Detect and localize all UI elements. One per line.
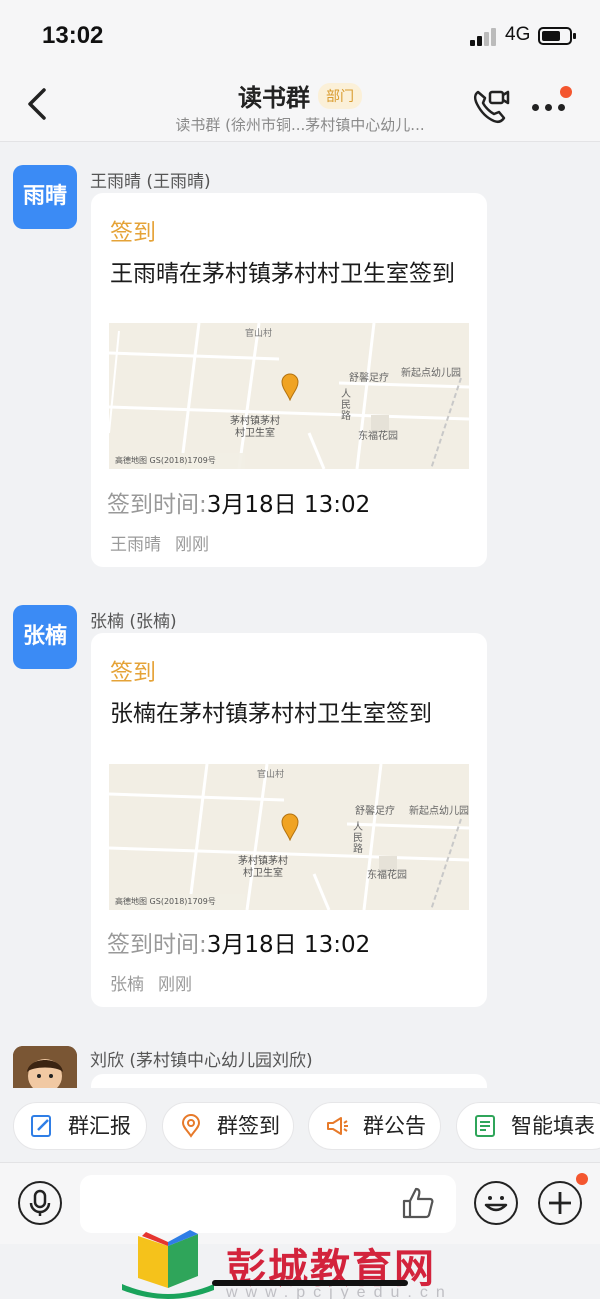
map-label-road: 人民路 xyxy=(353,822,363,855)
book-logo-icon xyxy=(122,1230,214,1299)
chat-title[interactable]: 读书群 部门 xyxy=(0,78,600,113)
group-notice-button[interactable]: 群公告 xyxy=(308,1102,441,1150)
map-label-shop: 舒馨足疗 xyxy=(349,373,389,384)
footer-name: 张楠 xyxy=(110,975,144,995)
map-pin-icon xyxy=(281,373,299,401)
quick-actions-bar: 群汇报 群签到 群公告 智能填表 xyxy=(0,1088,600,1162)
map-copyright: 高德地图 GS(2018)1709号 xyxy=(115,456,216,465)
map-label-clinic: 茅村镇茅村村卫生室 xyxy=(230,416,280,439)
group-checkin-button[interactable]: 群签到 xyxy=(162,1102,294,1150)
sender-name: 王雨晴 (王雨晴) xyxy=(90,172,211,192)
card-footer: 张楠 刚刚 xyxy=(110,970,192,995)
map-label-village: 官山村 xyxy=(245,329,273,339)
status-bar: 13:02 4G xyxy=(0,0,600,70)
map-label-clinic: 茅村镇茅村村卫生室 xyxy=(238,856,288,879)
location-map[interactable]: 官山村 舒馨足疗 新起点幼儿园 人民路 茅村镇茅村村卫生室 东福花园 高德地图 … xyxy=(109,764,469,910)
chat-header: 读书群 部门 读书群 (徐州市铜...茅村镇中心幼儿... xyxy=(0,70,600,142)
emoji-icon[interactable] xyxy=(474,1181,518,1225)
group-report-button[interactable]: 群汇报 xyxy=(13,1102,147,1150)
battery-icon xyxy=(538,27,576,45)
map-label-kindergarten: 新起点幼儿园 xyxy=(409,806,469,817)
voice-icon[interactable] xyxy=(18,1181,62,1225)
map-pin-icon xyxy=(281,813,299,841)
map-label-garden: 东福花园 xyxy=(358,431,398,442)
avatar[interactable]: 雨晴 xyxy=(13,165,77,229)
group-checkin-label: 群签到 xyxy=(217,1114,280,1138)
checkin-time-value: 3月18日 13:02 xyxy=(206,492,371,518)
map-label-garden: 东福花园 xyxy=(367,870,407,881)
signal-icon xyxy=(470,28,498,46)
footer-name: 王雨晴 xyxy=(110,535,161,555)
card-text: 张楠在茅村镇茅村村卫生室签到 xyxy=(110,701,432,727)
checkin-time-label: 签到时间: xyxy=(107,492,207,518)
watermark-url: www.pcjyedu.cn xyxy=(226,1284,453,1299)
add-more-icon[interactable] xyxy=(538,1173,588,1225)
map-copyright: 高德地图 GS(2018)1709号 xyxy=(115,897,216,906)
checkin-time: 签到时间:3月18日 13:02 xyxy=(107,925,370,959)
card-type: 签到 xyxy=(110,660,156,686)
checkin-time: 签到时间:3月18日 13:02 xyxy=(107,485,370,519)
notification-dot xyxy=(576,1173,588,1185)
watermark: 彭城教育网 www.pcjyedu.cn xyxy=(0,1224,600,1299)
smart-form-label: 智能填表 xyxy=(511,1114,595,1138)
megaphone-icon xyxy=(327,1117,348,1135)
group-name: 读书群 xyxy=(238,84,310,112)
video-call-icon[interactable] xyxy=(470,86,510,126)
card-footer: 王雨晴 刚刚 xyxy=(110,530,209,555)
checkin-time-value: 3月18日 13:02 xyxy=(206,932,371,958)
map-label-shop: 舒馨足疗 xyxy=(355,806,395,817)
thumbs-up-icon[interactable] xyxy=(400,1185,436,1221)
group-report-label: 群汇报 xyxy=(68,1114,131,1138)
map-label-village: 官山村 xyxy=(257,770,285,780)
footer-time: 刚刚 xyxy=(175,535,209,555)
sender-name: 张楠 (张楠) xyxy=(90,612,177,632)
report-icon xyxy=(31,1115,51,1137)
location-icon xyxy=(181,1114,201,1138)
more-options-icon[interactable] xyxy=(530,86,574,122)
group-notice-label: 群公告 xyxy=(363,1114,426,1138)
map-label-road: 人民路 xyxy=(341,389,351,422)
network-label: 4G xyxy=(505,24,531,45)
department-tag: 部门 xyxy=(318,82,362,109)
checkin-card[interactable]: 签到 张楠在茅村镇茅村村卫生室签到 官山村 舒馨足疗 新起点幼儿园 人民路 茅村… xyxy=(91,633,487,1007)
footer-time: 刚刚 xyxy=(158,975,192,995)
card-text: 王雨晴在茅村镇茅村村卫生室签到 xyxy=(110,261,455,287)
form-icon xyxy=(475,1115,495,1137)
sender-name: 刘欣 (茅村镇中心幼儿园刘欣) xyxy=(90,1051,313,1071)
message-card[interactable] xyxy=(91,1074,487,1088)
smart-form-button[interactable]: 智能填表 xyxy=(456,1102,600,1150)
map-label-kindergarten: 新起点幼儿园 xyxy=(401,368,461,379)
notification-dot xyxy=(560,86,572,98)
location-map[interactable]: 官山村 舒馨足疗 新起点幼儿园 人民路 茅村镇茅村村卫生室 东福花园 高德地图 … xyxy=(109,323,469,469)
status-time: 13:02 xyxy=(42,22,104,49)
checkin-card[interactable]: 签到 王雨晴在茅村镇茅村村卫生室签到 官山村 舒馨足疗 新起点幼儿园 人民路 茅… xyxy=(91,193,487,567)
checkin-time-label: 签到时间: xyxy=(107,932,207,958)
avatar[interactable]: 张楠 xyxy=(13,605,77,669)
card-type: 签到 xyxy=(110,220,156,246)
home-indicator xyxy=(212,1280,408,1286)
chat-subtitle: 读书群 (徐州市铜...茅村镇中心幼儿... xyxy=(175,116,425,134)
